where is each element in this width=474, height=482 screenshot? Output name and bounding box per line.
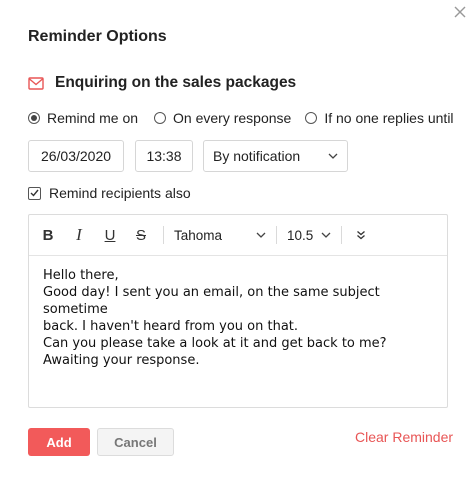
close-button[interactable] (452, 4, 468, 20)
radio-unselected-icon (154, 112, 167, 124)
editor-toolbar: B I U S Tahoma 10.5 (29, 215, 447, 256)
message-line: Hello there, (43, 268, 119, 283)
cancel-button[interactable]: Cancel (97, 428, 174, 456)
date-input[interactable]: 26/03/2020 (28, 140, 124, 172)
more-options-button[interactable] (352, 226, 370, 244)
message-line: Awaiting your response. (43, 353, 200, 368)
notification-method-select[interactable]: By notification (203, 140, 348, 172)
bold-button[interactable]: B (39, 226, 57, 244)
message-line: Good day! I sent you an email, on the sa… (43, 285, 380, 317)
radio-label: Remind me on (47, 110, 139, 126)
font-family-select[interactable]: Tahoma (174, 228, 266, 243)
date-value: 26/03/2020 (40, 148, 112, 164)
radio-label: On every response (173, 110, 292, 126)
time-input[interactable]: 13:38 (135, 140, 193, 172)
editor-content[interactable]: Hello there, Good day! I sent you an ema… (29, 256, 447, 380)
time-value: 13:38 (146, 148, 182, 164)
double-chevron-down-icon (357, 231, 365, 240)
radio-selected-icon (28, 112, 40, 124)
toolbar-divider (341, 226, 342, 244)
chevron-down-icon (256, 232, 266, 238)
radio-remind-me-on[interactable]: Remind me on (28, 110, 138, 126)
message-line: back. I haven't heard from you on that. (43, 319, 299, 334)
dialog-title: Reminder Options (28, 28, 167, 45)
notification-method-value: By notification (213, 148, 301, 164)
subject-text: Enquiring on the sales packages (55, 74, 297, 91)
checkbox-label: Remind recipients also (49, 185, 191, 201)
chevron-down-icon (328, 153, 338, 159)
strikethrough-button[interactable]: S (132, 226, 150, 244)
remind-recipients-checkbox[interactable]: Remind recipients also (28, 185, 191, 201)
font-family-value: Tahoma (174, 227, 223, 243)
radio-label: If no one replies until (324, 110, 454, 126)
mail-icon (28, 76, 44, 90)
message-editor: B I U S Tahoma 10.5 Hello there, Good da… (28, 214, 448, 408)
font-size-value: 10.5 (287, 227, 314, 243)
chevron-down-icon (321, 232, 331, 238)
checkbox-checked-icon (28, 186, 41, 200)
toolbar-divider (163, 226, 164, 244)
subject-row: Enquiring on the sales packages (28, 74, 296, 92)
font-size-select[interactable]: 10.5 (287, 228, 331, 243)
underline-button[interactable]: U (101, 226, 119, 244)
italic-button[interactable]: I (70, 225, 88, 244)
message-line: Can you please take a look at it and get… (43, 336, 387, 351)
clear-reminder-link[interactable]: Clear Reminder (355, 429, 453, 445)
close-icon (454, 6, 466, 18)
remind-options: Remind me on On every response If no one… (28, 110, 454, 126)
radio-if-no-one-replies[interactable]: If no one replies until (305, 110, 454, 126)
radio-on-every-response[interactable]: On every response (154, 110, 291, 126)
toolbar-divider (276, 226, 277, 244)
add-button[interactable]: Add (28, 428, 90, 456)
radio-unselected-icon (305, 112, 318, 124)
